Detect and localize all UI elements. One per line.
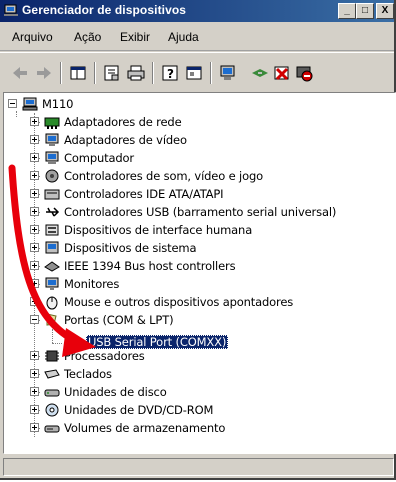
expand-toggle[interactable] (30, 387, 39, 396)
scan-hardware-icon[interactable] (218, 63, 238, 83)
tree-item-label: Processadores (64, 349, 145, 363)
tree-item-label: Monitores (64, 277, 120, 291)
dvd-drive-icon (45, 403, 59, 417)
expand-toggle[interactable] (30, 225, 39, 234)
menu-exibir[interactable]: Exibir (120, 30, 150, 44)
monitor-icon (45, 277, 59, 290)
svg-text:?: ? (167, 67, 174, 81)
tree-item-label: Teclados (64, 367, 112, 381)
tree-item-label: Dispositivos de interface humana (64, 223, 253, 237)
expand-toggle[interactable] (30, 405, 39, 414)
expand-toggle[interactable] (30, 369, 39, 378)
processor-icon (45, 350, 59, 362)
properties-icon[interactable] (102, 63, 122, 83)
usb-icon (46, 207, 60, 217)
computer-icon (45, 151, 59, 164)
menu-ajuda[interactable]: Ajuda (168, 30, 199, 44)
view-icon[interactable] (184, 63, 204, 83)
menu-acao[interactable]: Ação (74, 30, 101, 44)
tree-item-label-selected: USB Serial Port (COMXX) (86, 335, 229, 349)
expand-toggle[interactable] (30, 351, 39, 360)
expand-toggle[interactable] (30, 297, 39, 306)
expand-toggle[interactable] (30, 279, 39, 288)
computer-icon (22, 97, 38, 111)
properties-view-icon[interactable] (68, 63, 88, 83)
back-arrow-icon[interactable] (10, 63, 30, 83)
tree-item-label: Volumes de armazenamento (64, 421, 226, 435)
expand-toggle[interactable] (30, 117, 39, 126)
tree-item-label: Controladores USB (barramento serial uni… (64, 205, 337, 219)
toolbar-separator (94, 62, 96, 84)
serial-port-icon (67, 336, 79, 350)
tree-item-label: Adaptadores de vídeo (64, 133, 187, 147)
storage-volume-icon (44, 425, 60, 433)
keyboard-icon (44, 369, 60, 379)
tree-item-label: Controladores IDE ATA/ATAPI (64, 187, 224, 201)
expand-toggle[interactable] (30, 423, 39, 432)
tree-item-label: Unidades de DVD/CD-ROM (64, 403, 214, 417)
tree-line (16, 111, 17, 117)
collapse-toggle[interactable] (8, 99, 17, 108)
expand-toggle[interactable] (30, 207, 39, 216)
maximize-button[interactable]: □ (356, 3, 374, 19)
menu-arquivo[interactable]: Arquivo (12, 30, 53, 44)
forward-arrow-icon[interactable] (34, 63, 54, 83)
status-bar (3, 458, 394, 476)
expand-toggle[interactable] (30, 261, 39, 270)
system-device-icon (45, 241, 59, 254)
tree-item-label: Controladores de som, vídeo e jogo (64, 169, 263, 183)
print-icon[interactable] (126, 63, 146, 83)
port-icon (46, 313, 57, 326)
device-manager-window: Gerenciador de dispositivos _ □ X Arquiv… (0, 0, 396, 480)
hid-icon (45, 224, 59, 236)
expand-toggle[interactable] (30, 135, 39, 144)
expand-toggle[interactable] (30, 153, 39, 162)
collapse-toggle[interactable] (30, 315, 39, 324)
tree-item-label: Computador (64, 151, 134, 165)
close-button[interactable]: X (376, 3, 394, 19)
title-bar[interactable]: Gerenciador de dispositivos _ □ X (0, 0, 394, 22)
tree-line (52, 343, 62, 344)
disable-icon[interactable] (294, 63, 314, 83)
toolbar-separator (60, 62, 62, 84)
expand-toggle[interactable] (30, 243, 39, 252)
network-adapter-icon (44, 117, 60, 129)
firewire-icon (44, 261, 60, 272)
ide-controller-icon (44, 189, 60, 200)
window-title: Gerenciador de dispositivos (22, 3, 187, 17)
mouse-icon (46, 296, 58, 310)
toolbar: ? (0, 52, 394, 93)
help-icon[interactable]: ? (160, 63, 180, 83)
minimize-button[interactable]: _ (338, 3, 356, 19)
tree-item-label: Mouse e outros dispositivos apontadores (64, 295, 294, 309)
update-driver-icon[interactable] (250, 63, 270, 83)
display-adapter-icon (45, 133, 59, 146)
toolbar-separator (152, 62, 154, 84)
disk-drive-icon (44, 389, 60, 397)
expand-toggle[interactable] (30, 189, 39, 198)
tree-item-label: Adaptadores de rede (64, 115, 182, 129)
uninstall-icon[interactable] (272, 63, 292, 83)
device-manager-icon (4, 4, 18, 16)
tree-item-label: Unidades de disco (64, 385, 167, 399)
toolbar-separator (210, 62, 212, 84)
menu-bar: Arquivo Ação Exibir Ajuda (0, 22, 394, 51)
tree-item-label: Portas (COM & LPT) (64, 313, 174, 327)
tree-line (52, 329, 53, 343)
device-tree[interactable]: M110 Adaptadores de rede Adaptadores de v… (3, 92, 396, 454)
sound-icon (45, 169, 59, 183)
tree-item-label: IEEE 1394 Bus host controllers (64, 259, 236, 273)
tree-item-label: Dispositivos de sistema (64, 241, 197, 255)
tree-root-label: M110 (42, 97, 74, 111)
expand-toggle[interactable] (30, 171, 39, 180)
